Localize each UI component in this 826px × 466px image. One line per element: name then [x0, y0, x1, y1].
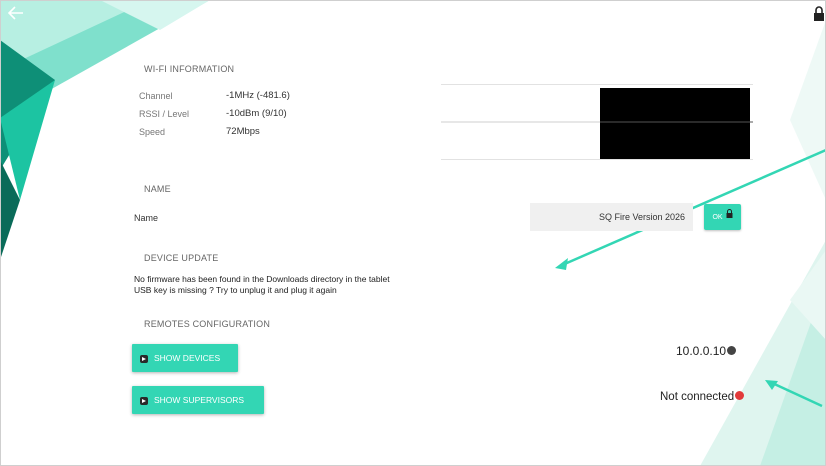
show-supervisors-button[interactable]: SHOW SUPERVISORS: [132, 386, 264, 414]
error-icon: [735, 391, 745, 401]
name-input[interactable]: SQ Fire Version 2026: [530, 203, 693, 231]
connection-status-value: Not connected: [660, 391, 735, 403]
remotes-section-title: REMOTES CONFIGURATION: [144, 319, 271, 329]
wifi-section-title: WI-FI INFORMATION: [144, 64, 235, 74]
ok-button-label: OK: [712, 213, 723, 221]
channel-value: -1MHz (-481.6): [226, 90, 290, 101]
speed-value: 72Mbps: [226, 126, 260, 137]
ip-address: 10.0.0.10: [676, 344, 737, 358]
app-screen: WI-FI INFORMATION Channel -1MHz (-481.6)…: [0, 0, 826, 466]
ok-button[interactable]: OK: [704, 204, 741, 230]
channel-label: Channel: [139, 91, 173, 101]
play-icon: [140, 396, 148, 405]
connection-status: Not connected: [660, 391, 745, 403]
show-supervisors-label: SHOW SUPERVISORS: [154, 395, 245, 405]
rssi-label: RSSI / Level: [139, 109, 190, 119]
info-icon[interactable]: [727, 346, 737, 356]
lock-icon[interactable]: [813, 6, 825, 22]
usb-missing-text: USB key is missing ? Try to unplug it an…: [134, 285, 337, 295]
name-label: Name: [134, 213, 159, 223]
device-update-title: DEVICE UPDATE: [144, 253, 219, 263]
device-update-message: No firmware has been found in the Downlo…: [134, 274, 390, 296]
back-arrow-icon[interactable]: [7, 4, 30, 24]
ip-address-value: 10.0.0.10: [676, 344, 727, 358]
firmware-missing-text: No firmware has been found in the Downlo…: [134, 274, 390, 284]
name-section-title: NAME: [144, 184, 171, 194]
show-devices-button[interactable]: SHOW DEVICES: [132, 344, 238, 372]
play-icon: [140, 354, 148, 363]
rssi-value: -10dBm (9/10): [226, 108, 287, 119]
show-devices-label: SHOW DEVICES: [154, 353, 221, 363]
lock-icon: [726, 204, 733, 230]
signal-graph: [441, 84, 753, 160]
speed-label: Speed: [139, 127, 166, 137]
